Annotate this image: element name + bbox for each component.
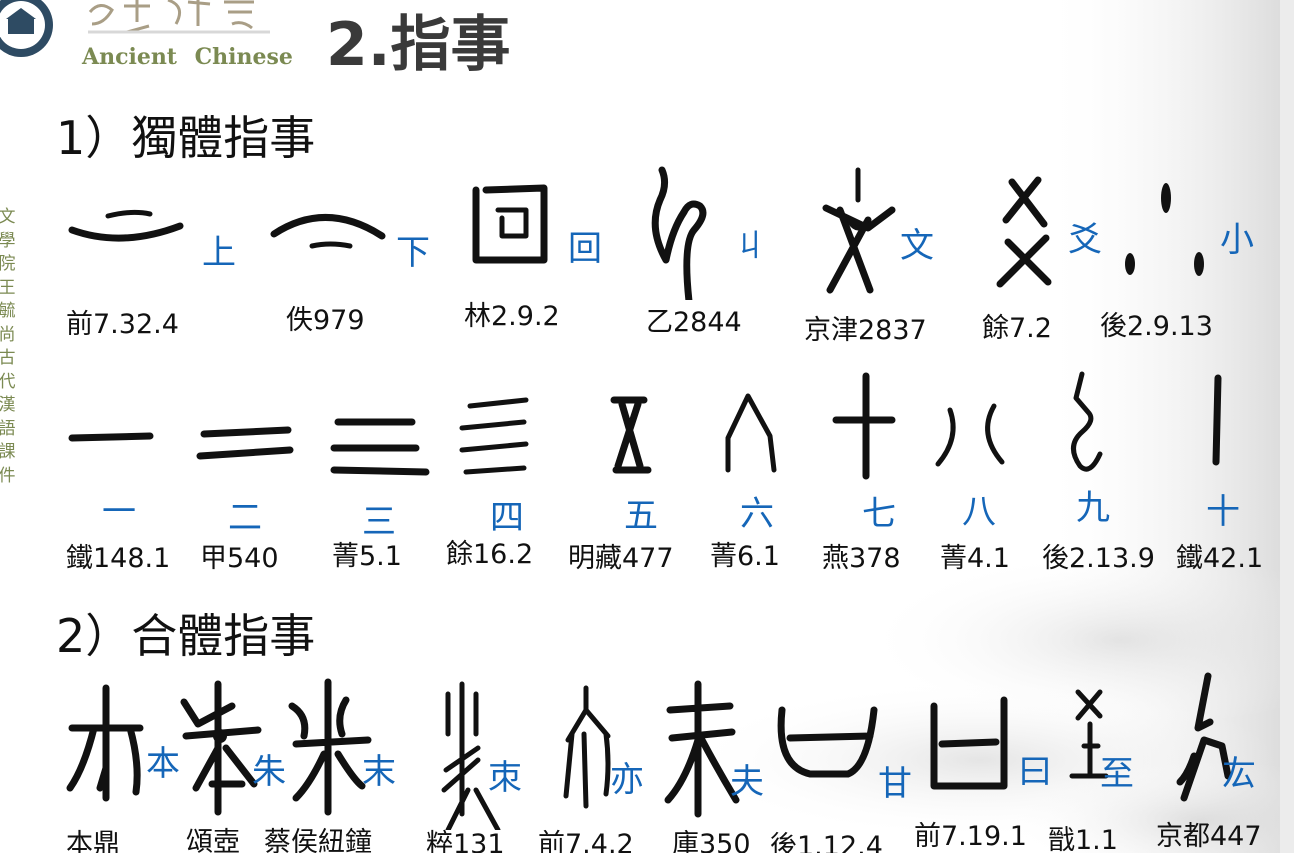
source-label: 粹131 (426, 829, 505, 853)
source-label: 菁5.1 (332, 541, 402, 572)
modern-char: 曰 (1018, 752, 1052, 792)
source-label: 庫350 (672, 829, 751, 853)
oracle-glyph-shang (68, 209, 184, 242)
source-label: 餘7.2 (982, 313, 1052, 344)
oracle-glyph-wu (610, 396, 652, 474)
modern-char: 九 (1076, 488, 1110, 528)
modern-char: 十 (1206, 492, 1240, 532)
sidebar-char: 毓 (0, 301, 16, 321)
source-label: 乙2844 (646, 307, 742, 338)
oracle-glyphs-row2 (68, 371, 1222, 480)
modern-char: 甘 (878, 764, 912, 804)
source-label: 蔡侯紐鐘 (264, 827, 372, 853)
page-title: 2.指事 (326, 10, 511, 80)
oracle-glyph-jiu (651, 166, 707, 300)
modern-char: 爻 (1068, 220, 1102, 260)
bronze-glyph-zhu (180, 680, 262, 816)
source-label: 菁4.1 (940, 543, 1010, 574)
modern-char: 文 (900, 226, 934, 266)
oracle-glyph-hui (472, 184, 548, 264)
oracle-glyph-xiao (1125, 183, 1204, 276)
source-label: 甲540 (200, 543, 279, 574)
oracle-glyph-qi (832, 372, 896, 480)
source-label: 燕378 (822, 543, 901, 574)
sidebar-char: 尚 (0, 324, 16, 345)
oracle-glyph-yao (996, 176, 1052, 288)
oracle-glyph-yi (68, 432, 154, 442)
modern-char: 本 (146, 744, 180, 784)
source-label: 戩1.1 (1048, 825, 1118, 853)
modern-char: 八 (962, 492, 996, 532)
modern-char: 至 (1100, 754, 1134, 794)
bronze-glyph-yue (930, 696, 1008, 790)
modern-char: 一 (102, 492, 136, 532)
section-heading-compound: 2）合體指事 (56, 609, 316, 663)
oracle-glyph-san (330, 418, 430, 476)
slide: Ancient Chinese 2.指事 文 學 院 王 毓 尚 古 代 漢 語… (0, 0, 1294, 853)
source-label: 後2.13.9 (1042, 543, 1155, 574)
source-label: 前7.4.2 (538, 829, 634, 853)
source-label: 佚979 (286, 305, 365, 336)
oracle-glyph-liu (725, 393, 777, 473)
oracle-glyph-jiu-nine (1071, 371, 1103, 472)
source-label: 後2.9.13 (1100, 311, 1213, 342)
modern-char: 下 (396, 233, 430, 273)
source-label: 林2.9.2 (464, 301, 560, 332)
bronze-glyph-ben (66, 684, 144, 802)
bronze-glyph-gan (777, 706, 878, 778)
source-label: 頌壺 (186, 827, 240, 853)
bronze-glyph-yi (563, 685, 611, 809)
modern-char: 回 (568, 229, 602, 269)
bronze-glyph-gong (1176, 672, 1232, 802)
modern-char: 丩 (736, 229, 766, 264)
section-heading-single: 1）獨體指事 (56, 111, 316, 165)
oracle-glyph-er (196, 426, 294, 460)
modern-char: 六 (740, 494, 774, 534)
oracle-glyph-si (459, 397, 529, 475)
modern-char: 亦 (610, 760, 644, 800)
source-label: 前7.32.4 (66, 309, 179, 340)
source-label: 餘16.2 (446, 539, 534, 570)
source-label: 鐵42.1 (1176, 543, 1264, 574)
calligraphy-logo-icon (88, 0, 270, 34)
source-label: 後1.12.4 (770, 831, 883, 853)
modern-char: 厷 (1222, 754, 1256, 794)
modern-char: 七 (862, 494, 896, 534)
oracle-glyph-wen (822, 167, 896, 294)
source-label: 鐵148.1 (66, 543, 171, 574)
modern-char: 朱 (252, 752, 286, 792)
source-label: 本鼎 (66, 829, 120, 853)
source-label: 京津2837 (804, 315, 927, 346)
modern-char: 朿 (488, 758, 522, 798)
modern-char: 五 (624, 496, 658, 536)
modern-char: 上 (202, 233, 236, 273)
oracle-glyph-ba (935, 403, 1005, 467)
source-label: 前7.19.1 (914, 821, 1027, 852)
source-label: 菁6.1 (710, 541, 780, 572)
bronze-glyph-fu (664, 680, 740, 818)
oracle-glyph-shi (1212, 374, 1222, 466)
oracle-glyph-xia (270, 214, 386, 249)
modern-char: 末 (362, 752, 396, 792)
source-label: 明藏477 (568, 543, 674, 574)
modern-char: 二 (228, 498, 262, 538)
university-seal-logo (0, 0, 53, 57)
bronze-glyph-mo (288, 678, 372, 816)
modern-char: 夫 (730, 762, 764, 802)
modern-char: 小 (1220, 220, 1254, 260)
source-label: 京都447 (1156, 821, 1262, 852)
logo-english-text: Ancient Chinese (82, 44, 293, 70)
